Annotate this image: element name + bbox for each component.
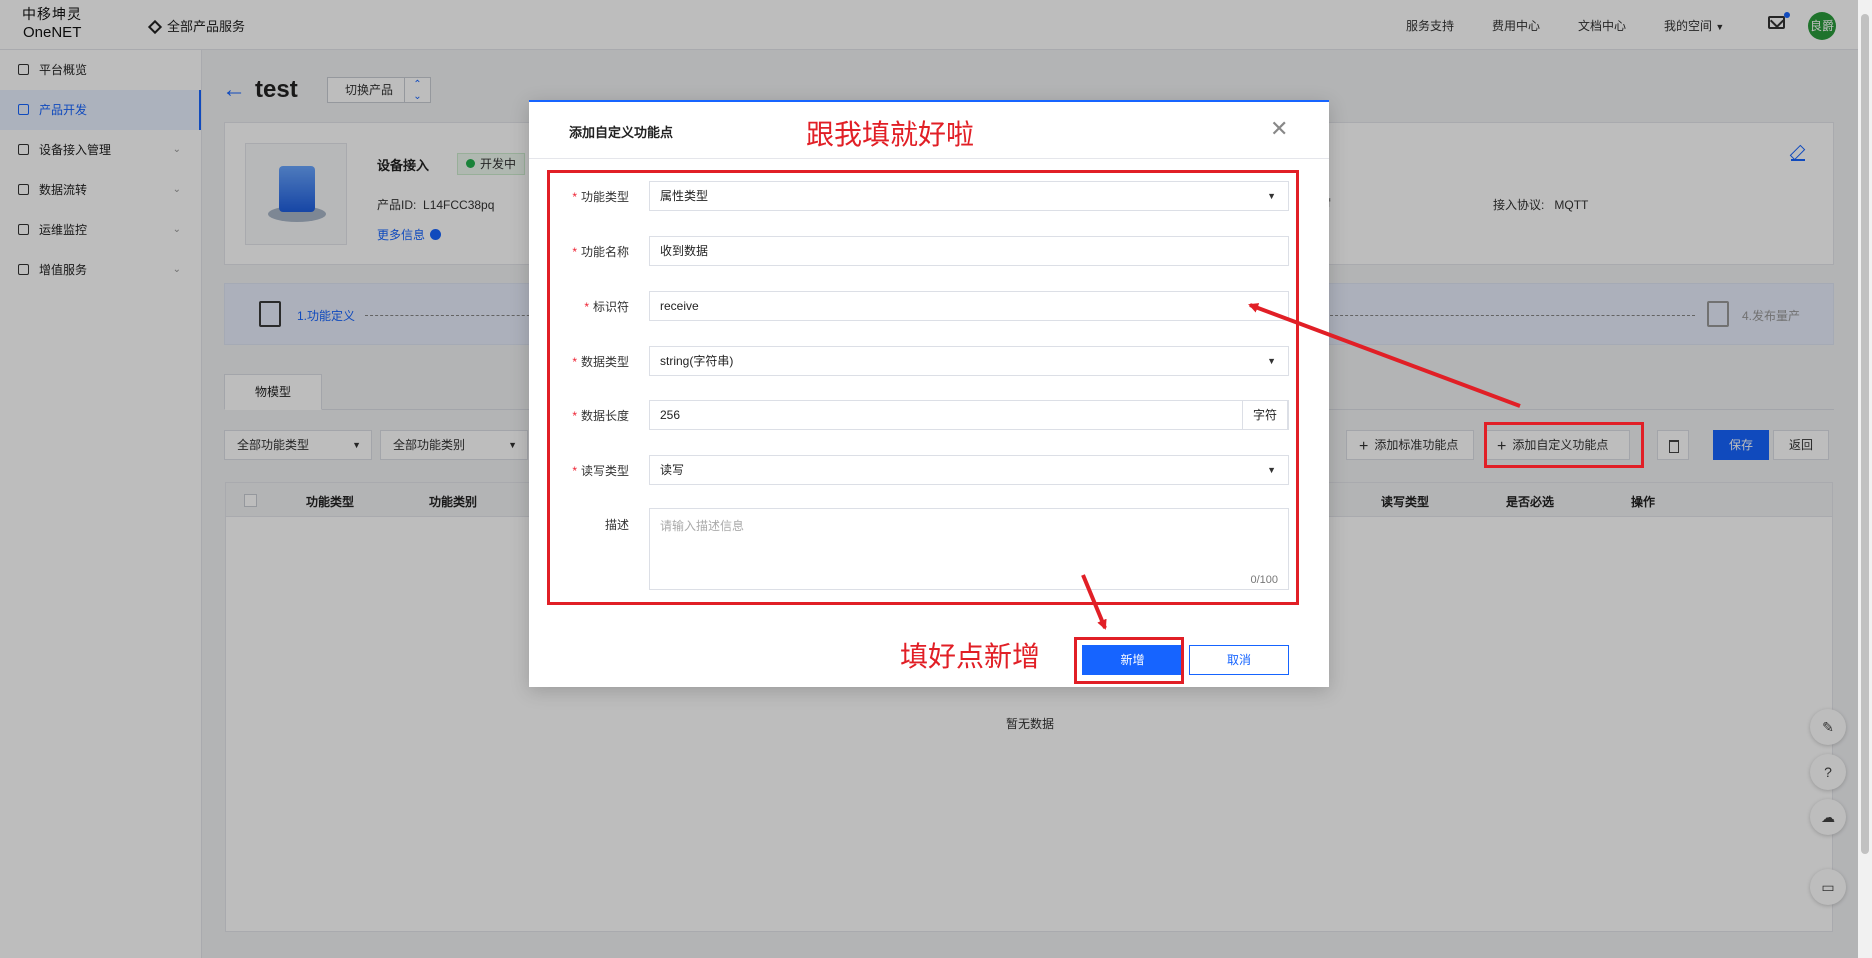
annotation-arrows <box>1081 303 1521 630</box>
arrow-to-identifier <box>1248 303 1521 408</box>
arrow-to-submit <box>1081 574 1107 630</box>
